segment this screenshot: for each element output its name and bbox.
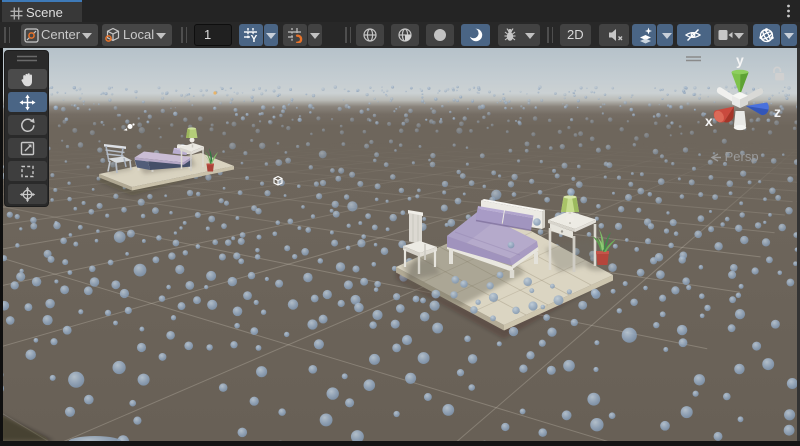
svg-text:Y: Y <box>251 34 258 43</box>
svg-text:y: y <box>736 52 744 68</box>
svg-text:z: z <box>774 104 781 120</box>
svg-text:x: x <box>705 113 713 129</box>
